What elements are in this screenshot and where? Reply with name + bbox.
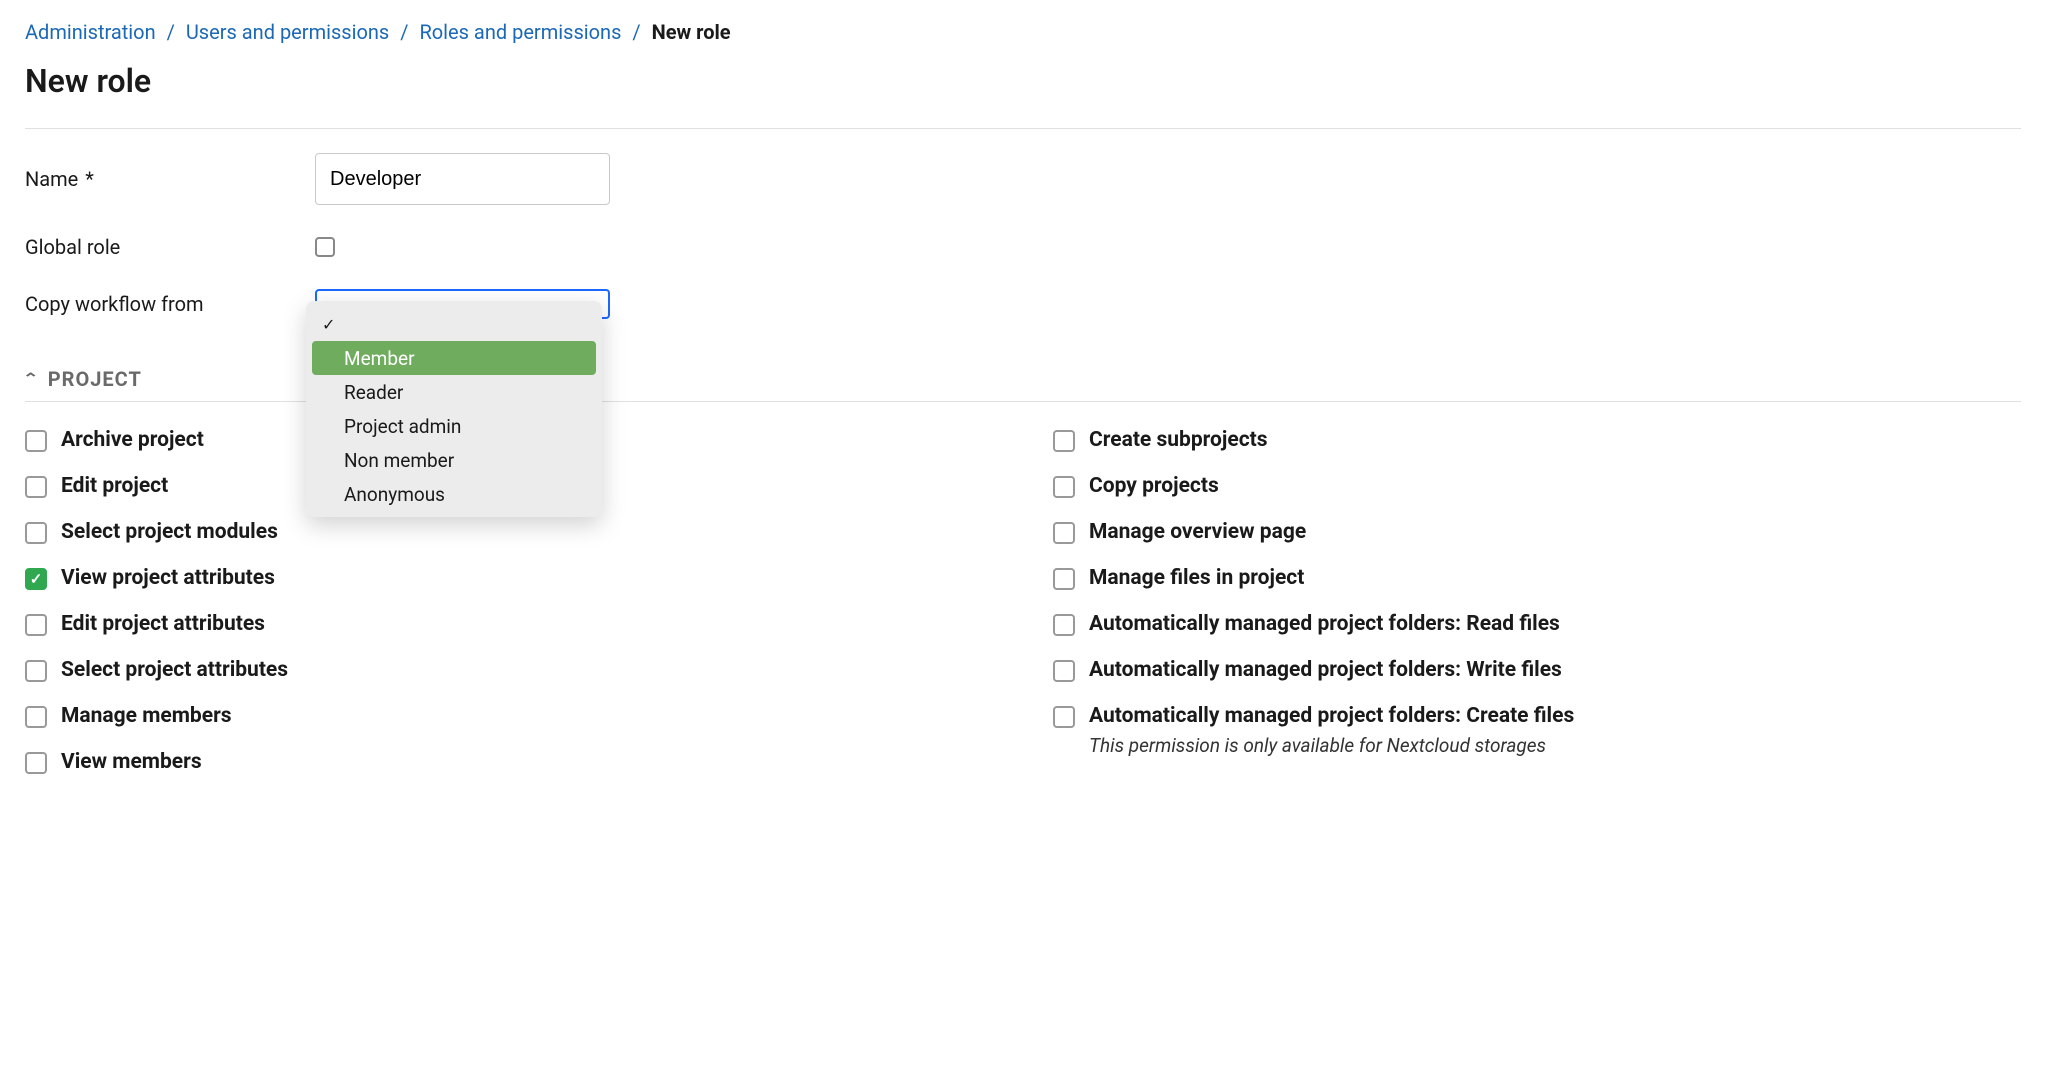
- dropdown-option-blank[interactable]: [312, 307, 596, 341]
- permission-checkbox[interactable]: [1053, 660, 1075, 682]
- permission-label: Manage members: [61, 704, 232, 728]
- breadcrumb-current: New role: [652, 20, 731, 44]
- copy-workflow-dropdown-menu: Member Reader Project admin Non member A…: [306, 301, 602, 517]
- permission-label: Edit project: [61, 474, 168, 498]
- name-input[interactable]: [315, 153, 610, 205]
- permission-checkbox[interactable]: [1053, 614, 1075, 636]
- permission-checkbox[interactable]: [25, 522, 47, 544]
- permission-label: Manage files in project: [1089, 566, 1304, 590]
- chevron-up-icon: ⌃: [22, 371, 40, 387]
- copy-workflow-label: Copy workflow from: [25, 292, 315, 316]
- permission-label: Automatically managed project folders: R…: [1089, 612, 1560, 636]
- permission-item: Automatically managed project folders: R…: [1053, 612, 2021, 636]
- form-row-copy-workflow: Copy workflow from Member Reader Project…: [25, 289, 2021, 319]
- permission-label: Manage overview page: [1089, 520, 1306, 544]
- permission-item: Copy projects: [1053, 474, 2021, 498]
- permissions-column-right: Create subprojects Copy projects Manage ov…: [1053, 428, 2021, 796]
- permission-item: View project attributes: [25, 566, 993, 590]
- permission-checkbox[interactable]: [1053, 522, 1075, 544]
- dropdown-option-anonymous[interactable]: Anonymous: [312, 477, 596, 511]
- dropdown-option-reader[interactable]: Reader: [312, 375, 596, 409]
- permission-checkbox[interactable]: [25, 430, 47, 452]
- divider: [25, 128, 2021, 129]
- permission-label: Archive project: [61, 428, 204, 452]
- name-label-text: Name: [25, 167, 78, 191]
- permission-item: Select project modules: [25, 520, 993, 544]
- permission-item: Manage overview page: [1053, 520, 2021, 544]
- copy-workflow-dropdown-wrap: Member Reader Project admin Non member A…: [315, 289, 610, 319]
- global-role-checkbox[interactable]: [315, 237, 335, 257]
- section-title: PROJECT: [48, 367, 142, 391]
- permission-label: View project attributes: [61, 566, 275, 590]
- permission-checkbox[interactable]: [25, 568, 47, 590]
- breadcrumb-separator: /: [167, 20, 175, 44]
- permission-checkbox[interactable]: [25, 614, 47, 636]
- permission-label: Select project attributes: [61, 658, 288, 682]
- dropdown-option-project-admin[interactable]: Project admin: [312, 409, 596, 443]
- permission-item: Manage files in project: [1053, 566, 2021, 590]
- permission-item: Create subprojects: [1053, 428, 2021, 452]
- breadcrumb: Administration / Users and permissions /…: [25, 20, 2021, 44]
- form-row-name: Name *: [25, 153, 2021, 205]
- permission-checkbox[interactable]: [25, 476, 47, 498]
- permission-note: This permission is only available for Ne…: [1089, 734, 2046, 757]
- permission-item: Automatically managed project folders: C…: [1053, 704, 2021, 728]
- permission-checkbox[interactable]: [1053, 430, 1075, 452]
- permission-item: Manage members: [25, 704, 993, 728]
- permission-checkbox[interactable]: [25, 752, 47, 774]
- breadcrumb-separator: /: [400, 20, 408, 44]
- permission-label: View members: [61, 750, 202, 774]
- breadcrumb-separator: /: [632, 20, 640, 44]
- breadcrumb-link-roles-permissions[interactable]: Roles and permissions: [419, 20, 621, 44]
- permission-label: Automatically managed project folders: C…: [1089, 704, 1574, 728]
- permission-checkbox[interactable]: [25, 660, 47, 682]
- global-role-label: Global role: [25, 235, 315, 259]
- breadcrumb-link-administration[interactable]: Administration: [25, 20, 156, 44]
- name-label: Name *: [25, 167, 315, 191]
- permission-item: Edit project attributes: [25, 612, 993, 636]
- permission-item: View members: [25, 750, 993, 774]
- permission-checkbox[interactable]: [25, 706, 47, 728]
- dropdown-option-non-member[interactable]: Non member: [312, 443, 596, 477]
- permission-label: Copy projects: [1089, 474, 1219, 498]
- page-title: New role: [25, 62, 2021, 100]
- required-indicator: *: [85, 167, 94, 191]
- permission-checkbox[interactable]: [1053, 706, 1075, 728]
- dropdown-option-member[interactable]: Member: [312, 341, 596, 375]
- permission-item: Select project attributes: [25, 658, 993, 682]
- permission-checkbox[interactable]: [1053, 568, 1075, 590]
- form-row-global-role: Global role: [25, 235, 2021, 259]
- breadcrumb-link-users-permissions[interactable]: Users and permissions: [186, 20, 389, 44]
- permission-label: Edit project attributes: [61, 612, 265, 636]
- permission-label: Create subprojects: [1089, 428, 1268, 452]
- permission-item: Automatically managed project folders: W…: [1053, 658, 2021, 682]
- permission-label: Select project modules: [61, 520, 278, 544]
- permission-label: Automatically managed project folders: W…: [1089, 658, 1562, 682]
- permission-checkbox[interactable]: [1053, 476, 1075, 498]
